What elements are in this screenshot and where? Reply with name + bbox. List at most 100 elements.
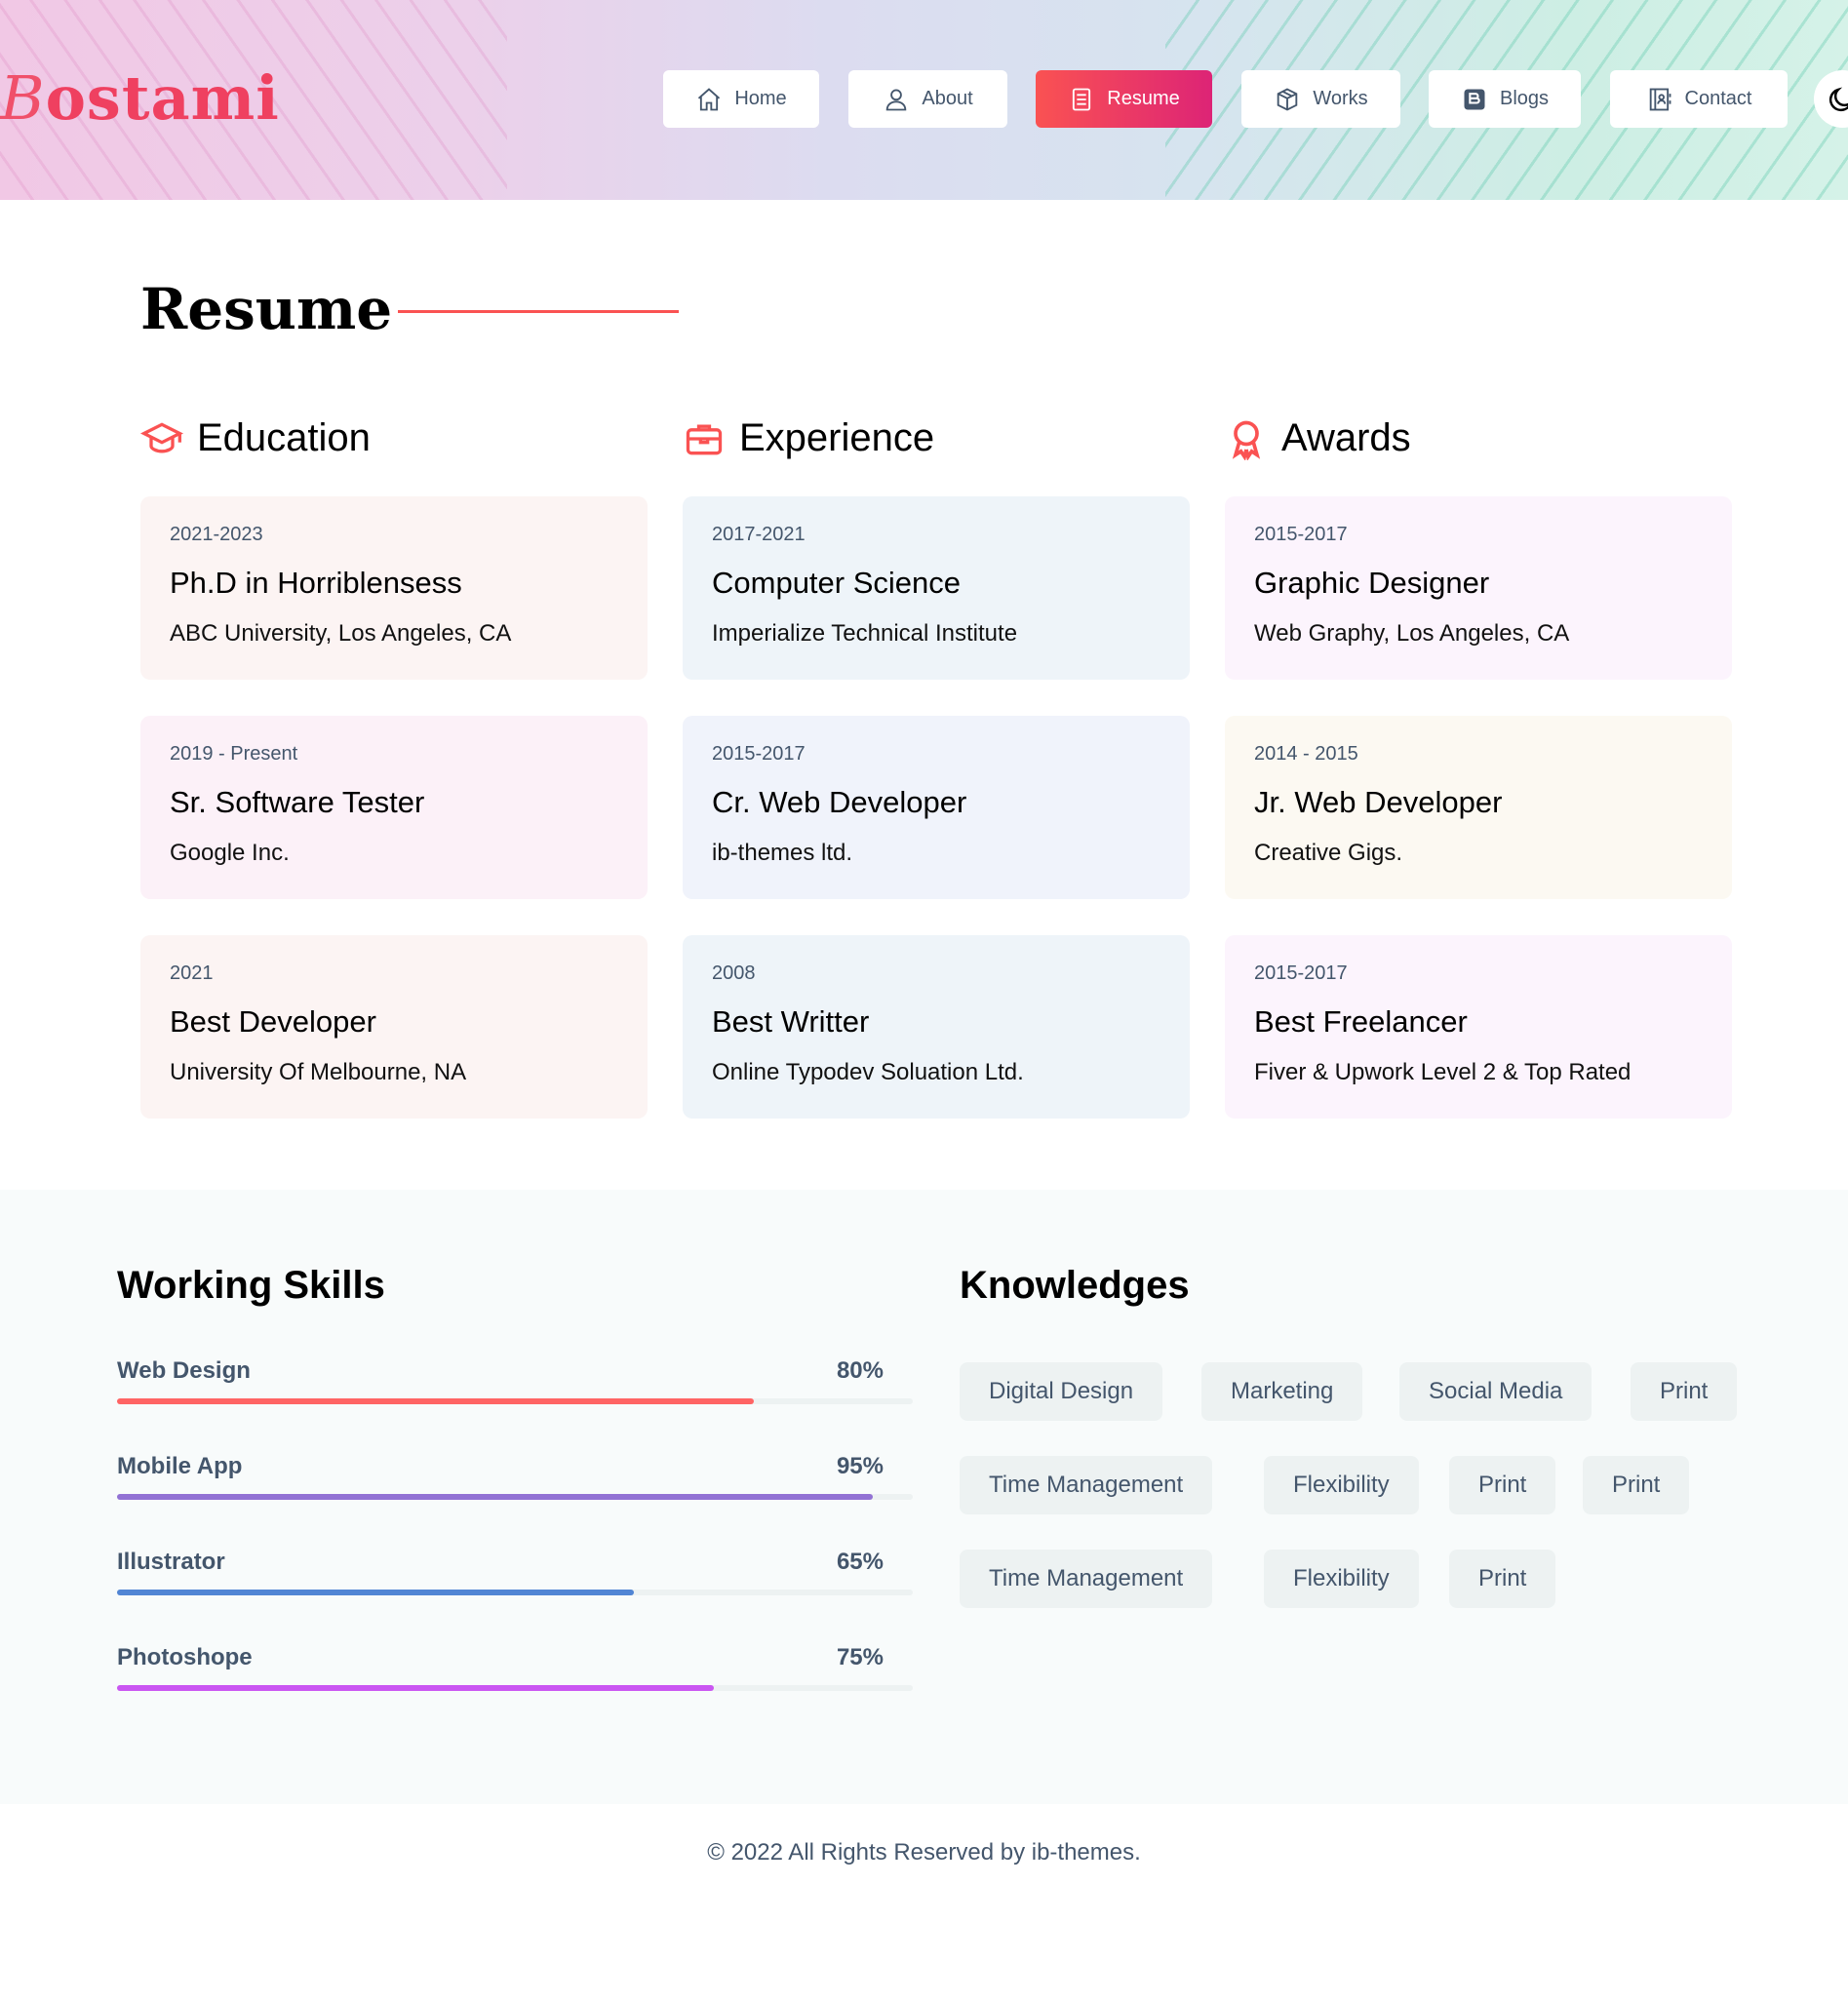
experience-heading-text: Experience [739,416,935,459]
nav-contact-label: Contact [1684,88,1752,109]
card-title: Best Freelancer [1254,1004,1468,1039]
nav-contact[interactable]: Contact [1610,70,1788,128]
card-title: Jr. Web Developer [1254,785,1503,819]
skill-bar: Illustrator 65% [117,1549,913,1595]
card-title: Graphic Designer [1254,566,1490,600]
resume-content: Resume Education Experience Awards 2021-… [0,200,1848,1190]
logo-initial: B [0,62,46,134]
education-heading: Education [140,416,371,460]
nav-resume[interactable]: Resume [1036,70,1212,128]
blog-icon [1464,89,1485,109]
awards-heading-text: Awards [1281,416,1411,459]
cube-icon [1278,87,1298,111]
card-place: ABC University, Los Angeles, CA [170,620,512,647]
card-title: Best Writter [712,1004,870,1039]
card-date: 2014 - 2015 [1254,743,1358,765]
graduation-cap-icon [140,421,183,452]
skill-track [117,1590,913,1595]
nav-about[interactable]: About [848,70,1007,128]
nav-about-label: About [922,88,973,109]
skill-fill [117,1398,754,1404]
working-skills-heading: Working Skills [117,1264,385,1307]
knowledge-chip[interactable]: Flexibility [1264,1550,1419,1608]
card-place: Web Graphy, Los Angeles, CA [1254,620,1570,647]
skill-bar: Photoshope 75% [117,1644,913,1691]
card-title: Best Developer [170,1004,376,1039]
card-title: Cr. Web Developer [712,785,967,819]
skill-track [117,1494,913,1500]
card-place: Fiver & Upwork Level 2 & Top Rated [1254,1059,1632,1085]
card-date: 2008 [712,962,756,984]
skill-fill [117,1494,874,1500]
knowledge-chip[interactable]: Social Media [1399,1362,1592,1421]
title-underline [398,310,679,313]
skill-percent: 75% [836,1644,884,1670]
nav-resume-label: Resume [1107,88,1180,109]
card-place: ib-themes ltd. [712,840,853,866]
awards-heading: Awards [1225,416,1411,460]
nav-home-label: Home [734,88,787,109]
knowledge-chip[interactable]: Print [1449,1550,1556,1608]
skills-section: Working Skills Web Design 80% Mobile App 9… [0,1190,1848,1804]
skill-percent: 95% [836,1453,884,1479]
copyright-text: © 2022 All Rights Reserved by ib-themes. [707,1839,1141,1866]
knowledge-chip[interactable]: Digital Design [960,1362,1163,1421]
card-date: 2015-2017 [712,743,806,765]
home-icon [698,87,721,110]
logo-text: ostami [45,62,280,134]
skill-percent: 80% [836,1357,884,1384]
knowledge-chip[interactable]: Time Management [960,1550,1213,1608]
skill-fill [117,1685,714,1691]
nav-works[interactable]: Works [1241,70,1400,128]
skill-name: Illustrator [117,1549,225,1575]
document-icon [1073,88,1091,110]
experience-card: 2015-2017 Cr. Web Developer ib-themes lt… [683,716,1190,899]
knowledge-chip[interactable]: Print [1583,1456,1690,1514]
skill-name: Web Design [117,1357,251,1384]
knowledge-chip[interactable]: Print [1449,1456,1556,1514]
award-card: 2015-2017 Best Freelancer Fiver & Upwork… [1225,935,1732,1119]
card-title: Sr. Software Tester [170,785,425,819]
card-place: Online Typodev Soluation Ltd. [712,1059,1024,1085]
education-heading-text: Education [197,416,371,459]
knowledge-chip[interactable]: Flexibility [1264,1456,1419,1514]
skill-fill [117,1590,635,1595]
skill-bar: Web Design 80% [117,1357,913,1404]
site-header: Bostami Home About Resume Works Blogs Co… [0,0,1848,200]
experience-heading: Experience [683,416,934,460]
education-card: 2021 Best Developer University Of Melbou… [140,935,648,1119]
contact-book-icon [1649,88,1671,110]
skill-name: Mobile App [117,1453,243,1479]
card-date: 2017-2021 [712,524,806,545]
card-date: 2021-2023 [170,524,263,545]
nav-blogs[interactable]: Blogs [1429,70,1581,128]
knowledge-chip[interactable]: Time Management [960,1456,1213,1514]
knowledge-chip[interactable]: Print [1631,1362,1738,1421]
card-place: Google Inc. [170,840,290,866]
skill-track [117,1398,913,1404]
education-card: 2019 - Present Sr. Software Tester Googl… [140,716,648,899]
education-card: 2021-2023 Ph.D in Horriblensess ABC Univ… [140,496,648,680]
skill-percent: 65% [836,1549,884,1575]
card-place: Creative Gigs. [1254,840,1403,866]
award-card: 2014 - 2015 Jr. Web Developer Creative G… [1225,716,1732,899]
knowledge-chip[interactable]: Marketing [1201,1362,1363,1421]
award-card: 2015-2017 Graphic Designer Web Graphy, L… [1225,496,1732,680]
nav-blogs-label: Blogs [1499,88,1550,109]
card-title: Computer Science [712,566,962,600]
experience-card: 2017-2021 Computer Science Imperialize T… [683,496,1190,680]
briefcase-icon [686,424,723,454]
skill-name: Photoshope [117,1644,253,1670]
user-icon [886,89,907,110]
footer: © 2022 All Rights Reserved by ib-themes. [0,1804,1848,1866]
card-place: University Of Melbourne, NA [170,1059,467,1085]
card-date: 2019 - Present [170,743,298,765]
skill-bar: Mobile App 95% [117,1453,913,1500]
card-place: Imperialize Technical Institute [712,620,1018,647]
skill-track [117,1685,913,1691]
card-date: 2015-2017 [1254,962,1348,984]
site-logo[interactable]: Bostami [0,62,280,134]
card-date: 2021 [170,962,214,984]
nav-home[interactable]: Home [663,70,819,128]
award-ribbon-icon [1232,420,1261,460]
